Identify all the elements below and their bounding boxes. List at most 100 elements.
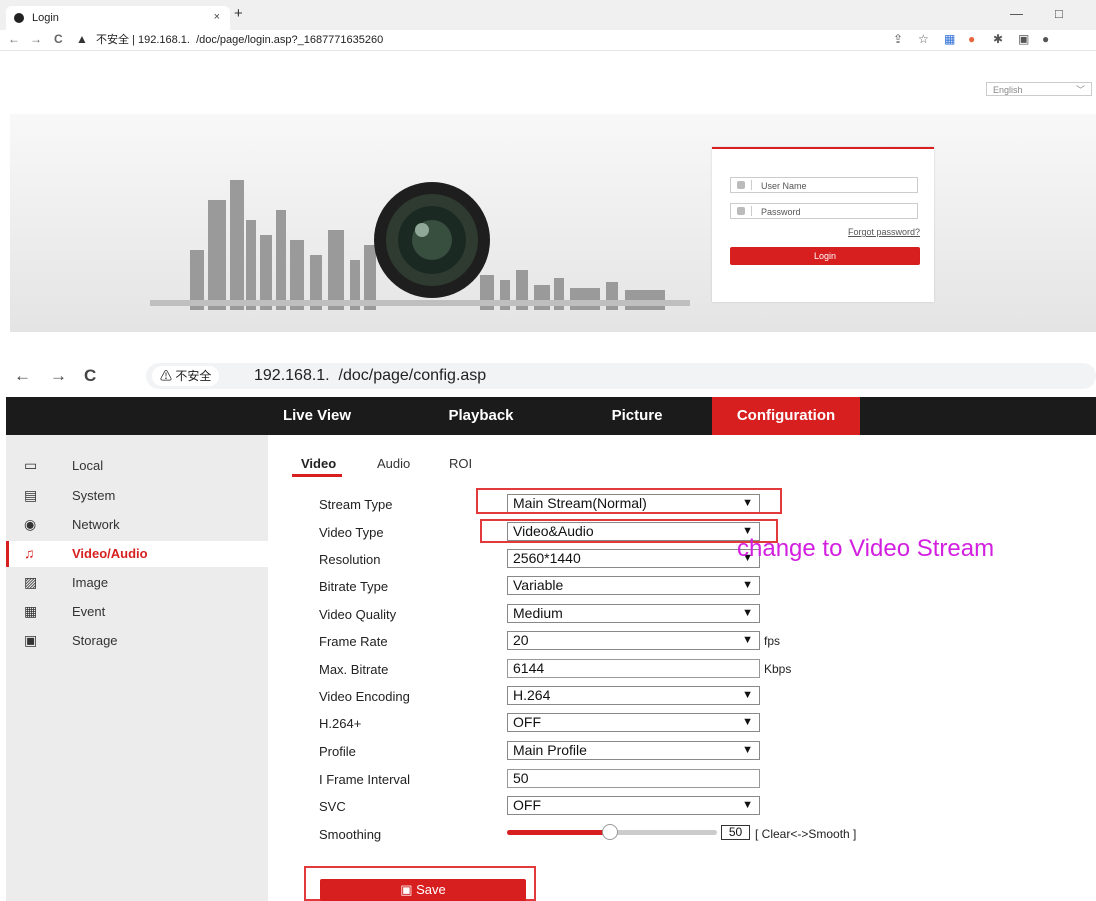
video-encoding-select[interactable]: H.264 ▼ [507,686,760,705]
tab-title: Login [32,12,59,24]
url-field[interactable]: 不安全 | 192.168.1. /doc/page/login.asp?_16… [96,32,886,48]
password-field[interactable]: Password [730,203,918,219]
chevron-down-icon: ▼ [742,689,753,701]
profile-label: Profile [319,744,356,759]
video-type-label: Video Type [319,525,384,540]
sidebar-item-label: Event [72,604,106,619]
resolution-select[interactable]: 2560*1440 ▼ [507,549,760,568]
resolution-value: 2560*1440 [513,550,581,566]
annotation-text: change to Video Stream [737,535,995,562]
config-sidebar: ▭ Local ▤ System ◉ Network ♫ Video/Audio… [6,435,268,901]
chevron-down-icon: ▼ [742,579,753,591]
sidebar-item-label: Video/Audio [72,546,148,561]
i-frame-interval-input[interactable]: 50 [507,769,760,788]
chevron-down-icon: ▼ [742,799,753,811]
annotation-box-video-type [480,519,778,543]
floppy-disk-icon: ▣ [400,882,413,897]
nav-live-view[interactable]: Live View [272,397,362,435]
smoothing-slider-handle[interactable] [602,824,618,840]
reload-icon[interactable]: C [54,32,63,46]
nav-configuration[interactable]: Configuration [712,397,860,435]
annotation-box-stream-type [476,488,782,514]
lock-icon [737,207,745,215]
monitor-icon: ▭ [24,457,38,473]
extension-orange-icon[interactable]: ● [968,32,975,46]
share-icon[interactable]: ⇪ [893,32,903,46]
forgot-password-link[interactable]: Forgot password? [848,227,920,237]
frame-rate-value: 20 [513,632,529,648]
password-placeholder: Password [761,207,801,217]
user-icon [737,181,745,189]
extension-grid-icon[interactable]: ▦ [944,32,955,46]
forward-icon[interactable]: → [50,366,67,386]
h264plus-value: OFF [513,714,541,730]
nav-picture[interactable]: Picture [592,397,682,435]
tab-audio[interactable]: Audio [377,456,410,471]
maximize-icon[interactable]: □ [1055,6,1063,21]
video-quality-select[interactable]: Medium ▼ [507,604,760,623]
extensions-puzzle-icon[interactable]: ✱ [993,32,1003,46]
sidebar-item-label: System [72,488,116,503]
sidepanel-icon[interactable]: ▣ [1018,32,1029,46]
bookmark-star-icon[interactable]: ☆ [918,32,929,46]
resolution-label: Resolution [319,552,381,567]
tab-video[interactable]: Video [301,456,336,471]
frame-rate-unit: fps [764,634,781,648]
sidebar-item-event[interactable]: ▦ Event [6,599,268,625]
frame-rate-select[interactable]: 20 ▼ [507,631,760,650]
svc-select[interactable]: OFF ▼ [507,796,760,815]
url-field[interactable]: ⚠ 不安全 192.168.1. /doc/page/config.asp [146,363,1096,389]
favicon-icon [14,13,24,23]
minimize-icon[interactable]: — [1010,6,1023,21]
active-tab-underline [292,474,342,477]
address-bar: ← → C ▲ 不安全 | 192.168.1. /doc/page/login… [0,30,1096,51]
new-tab-icon[interactable]: + [234,5,243,22]
field-separator [751,180,752,190]
smoothing-hint: [ Clear<->Smooth ] [755,827,857,841]
chevron-down-icon: ﹀ [1075,85,1085,95]
config-address-bar: ← → C ⚠ 不安全 192.168.1. /doc/page/config.… [0,360,1096,392]
sidebar-item-label: Image [72,575,109,590]
username-field[interactable]: User Name [730,177,918,193]
calendar-icon: ▦ [24,603,38,619]
max-bitrate-input[interactable]: 6144 [507,659,760,678]
sidebar-item-local[interactable]: ▭ Local [6,453,268,479]
login-button[interactable]: Login [730,247,920,265]
url-text: 192.168.1. /doc/page/config.asp [254,367,487,384]
browser-tab-login[interactable]: Login × [6,6,230,30]
h264plus-select[interactable]: OFF ▼ [507,713,760,732]
sidebar-item-video-audio[interactable]: ♫ Video/Audio [6,541,268,567]
tab-strip: Login × + — □ [0,0,1096,30]
nav-playback[interactable]: Playback [436,397,526,435]
sidebar-item-label: Storage [72,633,118,648]
language-select[interactable]: English ﹀ [986,82,1092,96]
sidebar-item-system[interactable]: ▤ System [6,483,268,509]
profile-select[interactable]: Main Profile ▼ [507,741,760,760]
back-icon[interactable]: ← [14,366,31,386]
security-warning-badge[interactable]: ⚠ 不安全 [152,366,220,386]
bitrate-type-select[interactable]: Variable ▼ [507,576,760,595]
forward-icon[interactable]: → [30,32,42,46]
reload-icon[interactable]: C [84,366,96,386]
camera-audio-icon: ♫ [24,545,35,561]
sidebar-item-label: Network [72,517,120,532]
video-quality-label: Video Quality [319,607,397,622]
save-button[interactable]: ▣ Save [320,879,526,901]
sidebar-item-network[interactable]: ◉ Network [6,512,268,538]
back-icon[interactable]: ← [8,32,20,46]
field-separator [751,206,752,216]
video-quality-value: Medium [513,605,563,621]
bitrate-type-label: Bitrate Type [319,579,389,594]
smoothing-value-box[interactable]: 50 [721,825,750,840]
profile-icon[interactable]: ● [1042,32,1049,46]
image-icon: ▨ [24,574,38,590]
sidebar-item-storage[interactable]: ▣ Storage [6,628,268,654]
smoothing-label: Smoothing [319,827,382,842]
top-navigation: Live View Playback Picture Configuration [6,397,1096,435]
tab-roi[interactable]: ROI [449,456,472,471]
tab-close-icon[interactable]: × [214,11,220,23]
sidebar-item-image[interactable]: ▨ Image [6,570,268,596]
max-bitrate-unit: Kbps [764,662,792,676]
globe-icon: ◉ [24,516,37,532]
frame-rate-label: Frame Rate [319,634,388,649]
